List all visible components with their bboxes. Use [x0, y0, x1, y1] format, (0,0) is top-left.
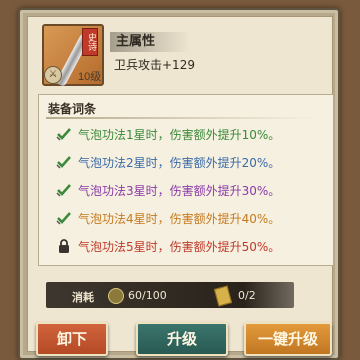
affix-row: 气泡功法3星时，伤害额外提升30%。 [56, 180, 326, 200]
main-attribute-value: 卫兵攻击+129 [114, 58, 195, 72]
check-icon [56, 210, 72, 226]
affix-text: 气泡功法2星时，伤害额外提升20%。 [78, 155, 281, 170]
affix-row: 气泡功法5星时，伤害额外提升50%。 [56, 236, 326, 256]
upgrade-button[interactable]: 升级 [136, 322, 228, 356]
ticket-count: 0/2 [238, 289, 256, 302]
rarity-tag: 史诗 [82, 28, 98, 56]
main-attribute-header: 主属性 [110, 32, 190, 52]
coin-count: 60/100 [128, 289, 167, 302]
affix-text: 气泡功法3星时，伤害额外提升30%。 [78, 183, 281, 198]
affix-text: 气泡功法1星时，伤害额外提升10%。 [78, 127, 281, 142]
coin-icon [108, 288, 124, 304]
affix-row: 气泡功法2星时，伤害额外提升20%。 [56, 152, 326, 172]
check-icon [56, 182, 72, 198]
unequip-button[interactable]: 卸下 [36, 322, 108, 356]
cost-label: 消耗 [72, 291, 94, 304]
affix-text: 气泡功法4星时，伤害额外提升40%。 [78, 211, 281, 226]
lock-icon [56, 238, 72, 254]
affix-row: 气泡功法1星时，伤害额外提升10%。 [56, 124, 326, 144]
affix-row: 气泡功法4星时，伤害额外提升40%。 [56, 208, 326, 228]
affix-title: 装备词条 [48, 102, 97, 116]
check-icon [56, 154, 72, 170]
item-level: 10级 [78, 71, 102, 83]
affix-title-divider [46, 117, 316, 119]
affix-text: 气泡功法5星时，伤害额外提升50%。 [78, 239, 281, 254]
sword-level-icon: ⚔ [44, 66, 62, 84]
one-click-upgrade-button[interactable]: 一键升级 [244, 322, 332, 356]
check-icon [56, 126, 72, 142]
